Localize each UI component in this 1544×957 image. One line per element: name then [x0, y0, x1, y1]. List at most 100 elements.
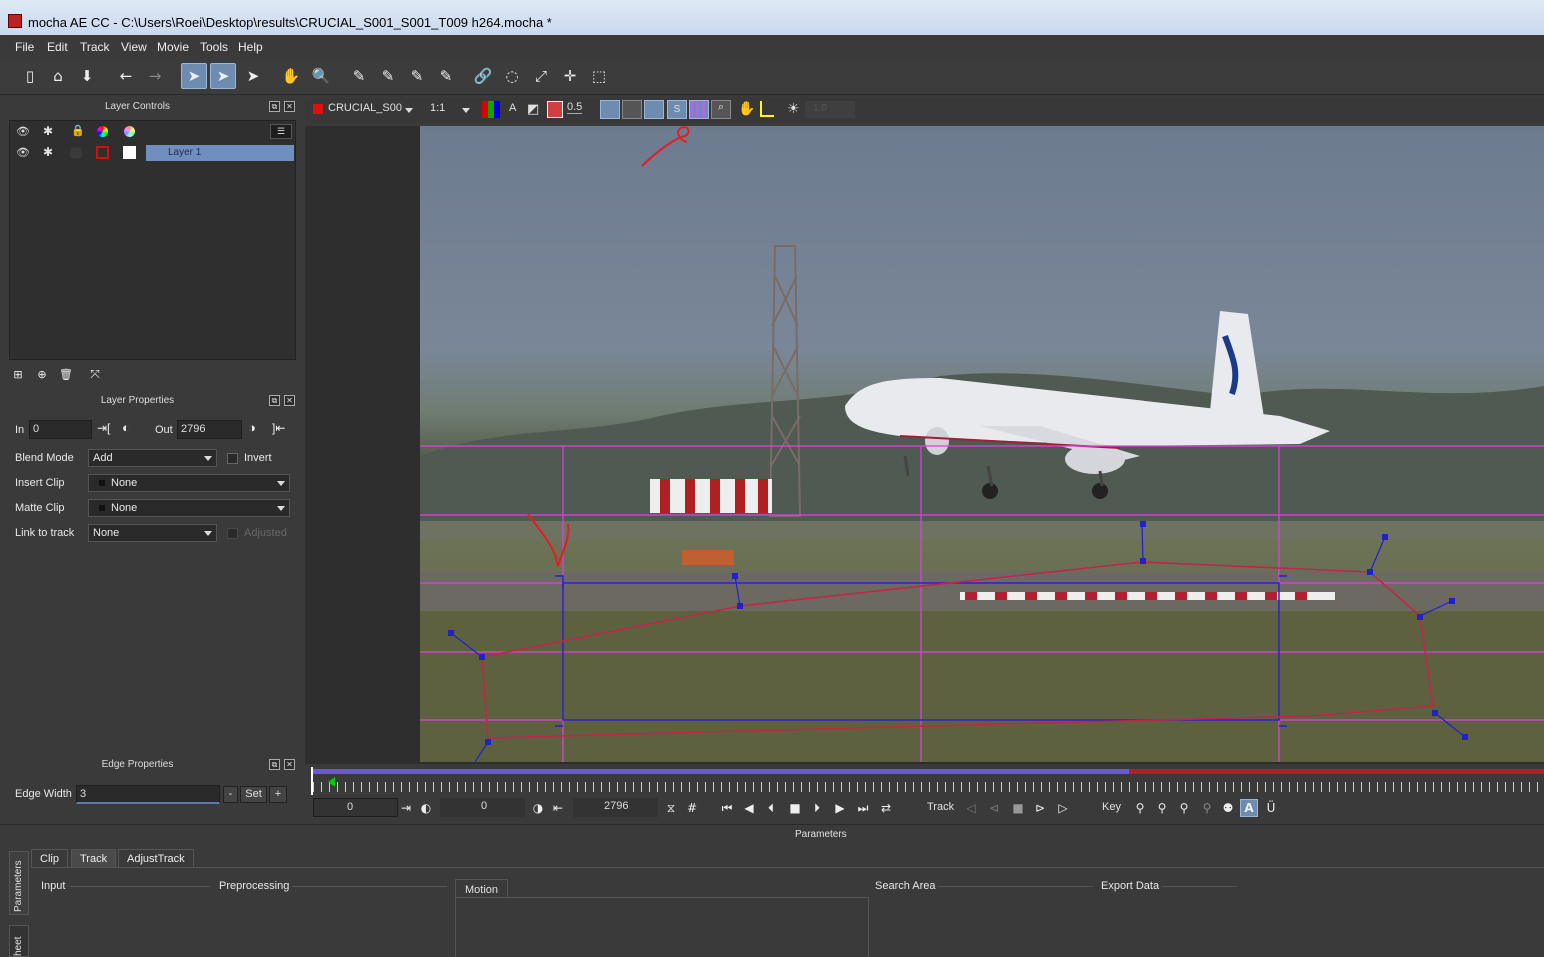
invert-checkbox[interactable]	[227, 453, 238, 464]
close-panel-icon[interactable]: ✕	[284, 759, 295, 770]
layer-row[interactable]: 👁 ✱ Layer 1	[10, 143, 295, 163]
clip-dropdown-chevron-icon[interactable]	[405, 108, 413, 113]
adjusted-checkbox[interactable]	[227, 528, 238, 539]
menu-movie[interactable]: Movie	[157, 40, 189, 54]
matte-clip-select[interactable]: None	[88, 499, 290, 517]
create-bezier-spline-icon[interactable]: ✎	[404, 63, 430, 89]
autokey-icon[interactable]: A	[1240, 799, 1258, 817]
edge-width-field[interactable]: 3	[76, 785, 220, 804]
add-x-spline-icon[interactable]: ✎	[375, 63, 401, 89]
undock-icon[interactable]: ⧉	[269, 759, 280, 770]
move-tool-icon[interactable]: ✛	[557, 63, 583, 89]
reset-timeline-icon[interactable]: #	[683, 799, 701, 817]
add-point-tool-icon[interactable]: ➤	[240, 63, 266, 89]
play-forward-icon[interactable]: ▶	[831, 799, 849, 817]
clip-name[interactable]: CRUCIAL_S00	[328, 102, 402, 114]
tab-track[interactable]: Track	[71, 849, 117, 868]
matte-view-icon[interactable]	[547, 101, 563, 118]
create-x-spline-icon[interactable]: ✎	[346, 63, 372, 89]
frame-ruler[interactable]	[313, 782, 1544, 792]
open-project-icon[interactable]: ⌂	[45, 63, 71, 89]
delete-keyframe-icon[interactable]: ⚲	[1198, 799, 1216, 817]
layer-name[interactable]: Layer 1	[146, 145, 294, 161]
new-project-icon[interactable]: ▯	[17, 63, 43, 89]
show-tangents-icon[interactable]	[644, 100, 664, 119]
in-frame-field[interactable]: 0	[440, 798, 525, 817]
layer-color-swatch[interactable]	[96, 146, 109, 159]
side-tab-sheet[interactable]: heet	[9, 925, 29, 957]
fit-layer-icon[interactable]: ⤧	[85, 364, 105, 384]
layer-matte-swatch[interactable]	[123, 146, 136, 159]
link-to-track-select[interactable]: None	[88, 524, 217, 542]
keyframe-mode-icon[interactable]: Ü	[1262, 799, 1280, 817]
go-to-end-icon[interactable]: ⏭	[854, 799, 872, 817]
stop-icon[interactable]: ■	[786, 799, 804, 817]
tab-motion[interactable]: Motion	[455, 879, 508, 898]
redo-icon[interactable]: →	[142, 63, 168, 89]
add-bezier-spline-icon[interactable]: ✎	[433, 63, 459, 89]
brightness-value[interactable]: 1.0	[805, 101, 855, 118]
edge-width-set-button[interactable]: Set	[240, 786, 267, 803]
out-frame-field[interactable]: 2796	[573, 798, 658, 817]
magnifier-view-icon[interactable]: ⌕	[711, 100, 731, 119]
track-backward-icon[interactable]: ◁	[962, 799, 980, 817]
show-planar-grid-icon[interactable]	[689, 100, 709, 119]
side-tab-parameters[interactable]: Parameters	[9, 851, 29, 915]
show-layer-outlines-icon[interactable]	[600, 100, 620, 119]
keyframe-in-icon[interactable]: ◐	[122, 420, 130, 435]
select-bezier-tool-icon[interactable]: ➤	[210, 63, 236, 89]
track-step-forward-icon[interactable]: ⊳	[1031, 799, 1049, 817]
zoom-tool-icon[interactable]: 🔍	[308, 63, 334, 89]
show-planar-surface-icon[interactable]: S	[667, 100, 687, 119]
hand-tool-icon[interactable]: ✋	[278, 63, 304, 89]
save-project-icon[interactable]: ⬇	[74, 63, 100, 89]
tab-adjust-track[interactable]: AdjustTrack	[118, 849, 194, 868]
alpha-channel-label[interactable]: A	[509, 102, 516, 114]
show-splines-icon[interactable]	[622, 100, 642, 119]
select-tool-icon[interactable]: ➤	[181, 63, 207, 89]
undock-icon[interactable]: ⧉	[269, 395, 280, 406]
out-point-field[interactable]: 2796	[177, 420, 242, 439]
delete-all-keyframes-icon[interactable]: ⚉	[1219, 799, 1237, 817]
out-keyframe-icon[interactable]: ◑	[529, 799, 547, 817]
zoom-level[interactable]: 1:1	[430, 102, 445, 114]
menu-tools[interactable]: Tools	[200, 40, 228, 54]
menu-track[interactable]: Track	[80, 40, 110, 54]
next-keyframe-icon[interactable]: ⚲	[1153, 799, 1171, 817]
lasso-tool-icon[interactable]: ◌	[499, 63, 525, 89]
keyframe-out-icon[interactable]: ◑	[248, 420, 256, 435]
edge-width-decrease-button[interactable]: -	[223, 786, 238, 803]
trace-icon[interactable]	[760, 101, 774, 117]
rgb-channel-icon[interactable]	[482, 101, 500, 118]
undo-icon[interactable]: ←	[113, 63, 139, 89]
current-frame-field[interactable]: 0	[313, 798, 398, 817]
zoom-timeline-icon[interactable]: ⧖	[662, 799, 680, 817]
step-backward-icon[interactable]: ⏴	[762, 799, 780, 817]
go-to-start-icon[interactable]: ⏮	[718, 799, 736, 817]
set-out-point-icon[interactable]: ⇤	[549, 799, 567, 817]
menu-help[interactable]: Help	[238, 40, 263, 54]
undock-icon[interactable]: ⧉	[269, 101, 280, 112]
tab-clip[interactable]: Clip	[31, 849, 68, 868]
close-panel-icon[interactable]: ✕	[284, 101, 295, 112]
layer-visibility-icon[interactable]: 👁	[16, 146, 30, 159]
add-keyframe-icon[interactable]: ⚲	[1175, 799, 1193, 817]
clip-frame[interactable]	[420, 126, 1544, 762]
menu-file[interactable]: File	[15, 40, 34, 54]
new-layer-icon[interactable]: ⊞	[8, 364, 28, 384]
insert-clip-select[interactable]: None	[88, 474, 290, 492]
link-tool-icon[interactable]: 🔗	[470, 63, 496, 89]
duplicate-layer-icon[interactable]: ⊕	[32, 364, 52, 384]
set-in-point-icon[interactable]: ⇥	[397, 799, 415, 817]
track-forward-icon[interactable]: ▷	[1054, 799, 1072, 817]
menu-edit[interactable]: Edit	[47, 40, 68, 54]
set-out-icon[interactable]: ]⇤	[272, 421, 285, 435]
step-forward-icon[interactable]: ⏵	[808, 799, 826, 817]
edge-width-increase-button[interactable]: +	[269, 786, 287, 803]
prev-keyframe-icon[interactable]: ⚲	[1131, 799, 1149, 817]
play-backward-icon[interactable]: ◀	[740, 799, 758, 817]
track-step-backward-icon[interactable]: ⊲	[985, 799, 1003, 817]
set-in-icon[interactable]: ⇥[	[97, 421, 110, 435]
overlay-icon[interactable]: ◩	[527, 101, 539, 117]
layer-cog-icon[interactable]: ✱	[43, 145, 53, 159]
